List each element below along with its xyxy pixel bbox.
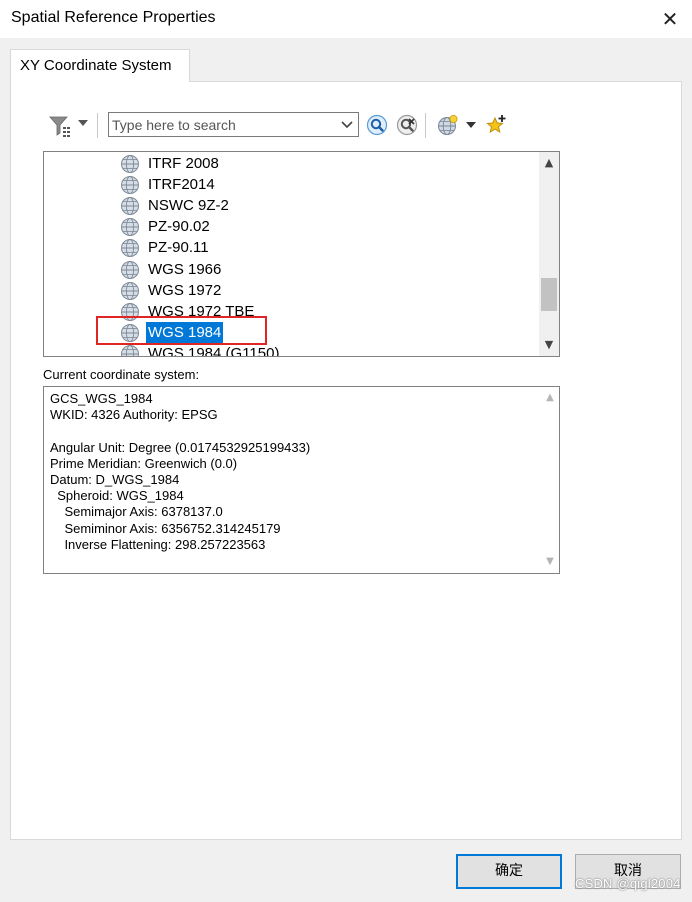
tab-xy-coordinate-system[interactable]: XY Coordinate System: [10, 49, 190, 82]
current-coordinate-system-label: Current coordinate system:: [43, 367, 200, 382]
globe-icon: [121, 176, 139, 194]
chevron-down-icon[interactable]: [339, 117, 355, 133]
scroll-thumb[interactable]: [541, 278, 557, 311]
globe-icon: [121, 197, 139, 215]
scroll-down-icon[interactable]: ▼: [541, 554, 559, 570]
scroll-up-icon[interactable]: ▲: [539, 154, 559, 172]
details-text: GCS_WGS_1984 WKID: 4326 Authority: EPSG …: [50, 391, 311, 552]
search-icon[interactable]: [366, 114, 388, 136]
globe-icon: [121, 155, 139, 173]
close-button[interactable]: ✕: [655, 4, 685, 34]
title-bar: Spatial Reference Properties ✕: [0, 0, 692, 38]
globe-icon: [121, 218, 139, 236]
tree-item-label: WGS 1972: [148, 282, 222, 299]
watermark: CSDN @qigl2004: [575, 876, 681, 891]
tab-label: XY Coordinate System: [20, 57, 172, 74]
tree-scrollbar[interactable]: ▲ ▼: [539, 152, 559, 356]
scroll-up-icon[interactable]: ▲: [541, 390, 559, 406]
clear-search-icon[interactable]: [396, 114, 418, 136]
globe-icon: [121, 282, 139, 300]
tree-item-label: ITRF2014: [148, 176, 215, 193]
tree-item-label: ITRF 2008: [148, 155, 219, 172]
filter-dropdown-arrow-icon[interactable]: [78, 120, 88, 126]
tree-item-label: PZ-90.02: [148, 218, 210, 235]
ok-button[interactable]: 确定: [456, 854, 562, 889]
toolbar-separator: [97, 113, 98, 138]
tree-item-label: WGS 1984 (G1150): [148, 345, 280, 357]
globe-icon: [121, 261, 139, 279]
add-favorite-icon[interactable]: [484, 113, 508, 137]
coordinate-system-details[interactable]: GCS_WGS_1984 WKID: 4326 Authority: EPSG …: [43, 386, 560, 574]
toolbar-separator: [425, 113, 426, 138]
globe-icon: [121, 239, 139, 257]
highlight-annotation: [96, 316, 267, 345]
filter-icon[interactable]: [48, 114, 72, 138]
globe-icon: [121, 345, 139, 356]
scroll-down-icon[interactable]: ▼: [539, 336, 559, 354]
search-box[interactable]: [108, 112, 359, 137]
tree-item-label: NSWC 9Z-2: [148, 197, 229, 214]
search-input[interactable]: [112, 115, 336, 134]
globe-add-icon[interactable]: [437, 114, 459, 136]
globe-dropdown-arrow-icon[interactable]: [466, 122, 476, 128]
tree-item-label: WGS 1966: [148, 261, 222, 278]
tree-item-label: PZ-90.11: [148, 239, 209, 256]
details-scrollbar[interactable]: ▲ ▼: [541, 387, 559, 573]
window-title: Spatial Reference Properties: [11, 9, 216, 26]
